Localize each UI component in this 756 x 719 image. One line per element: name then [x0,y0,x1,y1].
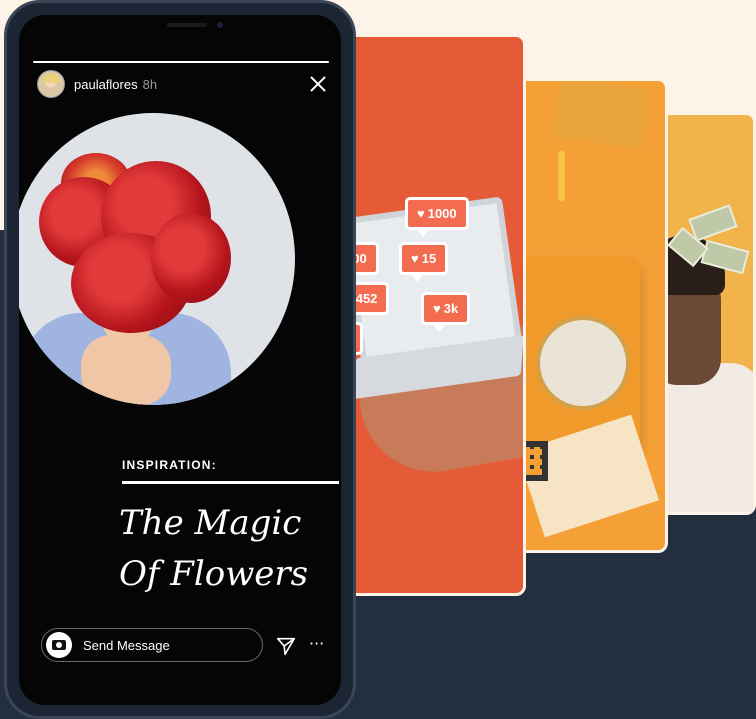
story-screen[interactable]: paulaflores 8h INSPIRATION: The Magic Of… [19,15,341,705]
front-camera [217,22,223,28]
notification-bubble: ♥ 3k [421,292,471,332]
banknote-illustration [688,204,738,242]
avatar[interactable] [37,70,65,98]
send-icon[interactable] [275,635,297,657]
story-header: paulaflores 8h [37,70,329,98]
marketing-stage: ♥1000 100 ♥15 ♥452 ♥3k 52 [0,0,756,719]
send-message-input[interactable]: Send Message [41,628,263,662]
title-divider [122,481,339,484]
notification-bubble: ♥ 1000 [405,197,469,237]
story-kicker: INSPIRATION: [122,458,217,472]
camera-icon[interactable] [46,632,72,658]
close-icon[interactable] [307,73,329,95]
speaker-grille [167,23,207,27]
phone-mockup: paulaflores 8h INSPIRATION: The Magic Of… [4,0,356,719]
more-icon[interactable]: ··· [309,635,325,657]
phone-dial-illustration [536,316,630,410]
story-timestamp: 8h [142,76,158,92]
heart-icon: ♥ [417,206,425,221]
story-title: The Magic Of Flowers [119,503,309,594]
pen-illustration [558,151,565,201]
notification-bubble: ♥ 15 [399,242,449,282]
story-card-desk[interactable] [505,78,668,553]
send-message-placeholder: Send Message [83,637,170,653]
heart-icon: ♥ [411,251,419,266]
hands-illustration [81,335,171,405]
story-photo [19,113,295,405]
envelope-illustration [552,81,650,149]
story-progress-fill [33,61,329,63]
story-card-social[interactable]: ♥1000 100 ♥15 ♥452 ♥3k 52 [330,34,526,596]
story-progress-bar [33,61,329,63]
heart-icon: ♥ [433,301,441,316]
flower-illustration [151,213,231,303]
username[interactable]: paulaflores [74,77,138,92]
